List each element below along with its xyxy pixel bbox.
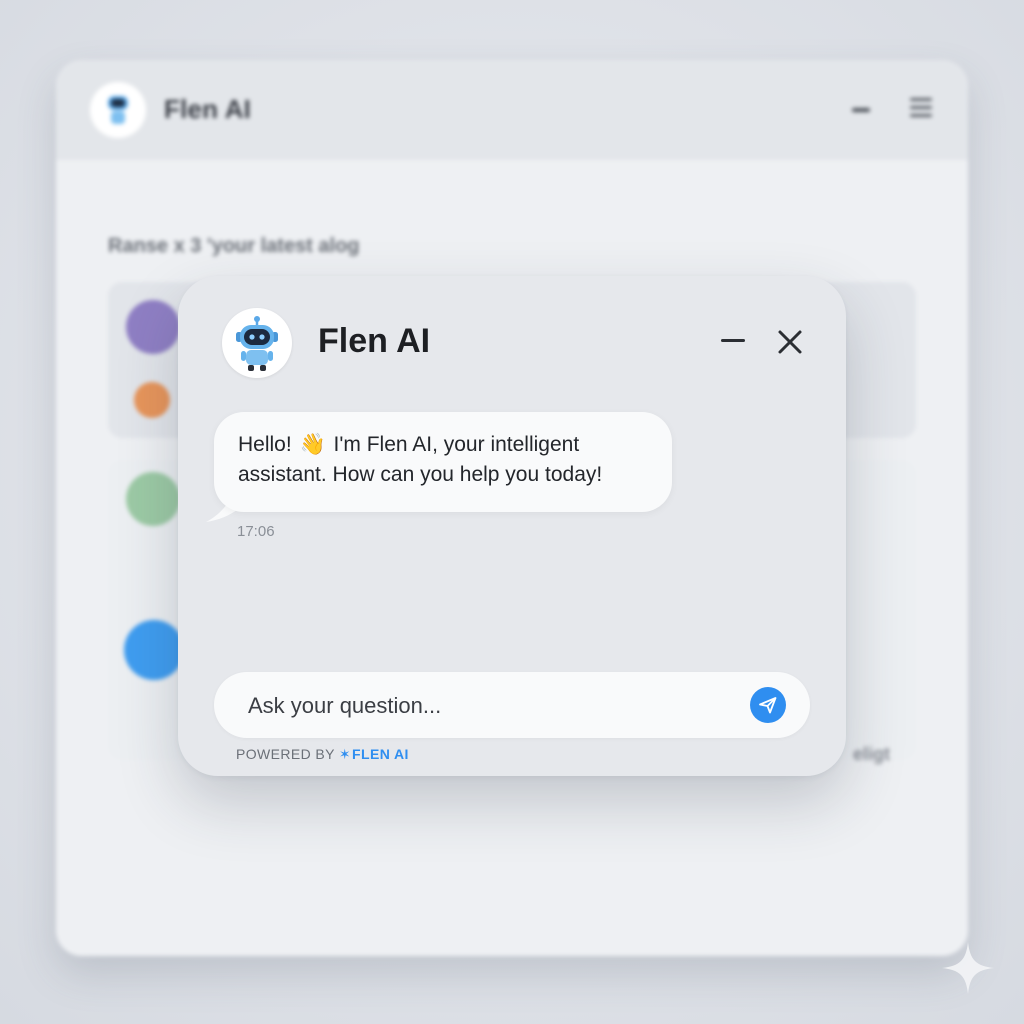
background-title: Flen AI — [164, 94, 252, 124]
waving-hand-emoji: 👋 — [299, 433, 326, 456]
background-subtitle: Ranse x 3 'your latest alog — [108, 235, 360, 257]
background-green-icon — [126, 472, 180, 526]
message-input-bar — [214, 672, 810, 738]
send-icon — [759, 697, 777, 714]
background-orange-icon — [134, 382, 170, 418]
send-button[interactable] — [750, 687, 786, 723]
minimize-button[interactable] — [714, 324, 752, 358]
menu-icon — [910, 98, 932, 118]
powered-by-brand[interactable]: FLEN AI — [352, 746, 409, 762]
background-avatar — [90, 82, 146, 138]
robot-avatar-icon — [236, 316, 278, 371]
background-faint-text: eligt — [852, 744, 890, 764]
minimize-icon — [721, 339, 745, 342]
powered-by-footer: POWERED BY ✶FLEN AI — [236, 746, 409, 763]
powered-by-label: POWERED BY — [236, 746, 335, 762]
background-minimize-icon — [852, 108, 870, 112]
background-blue-icon — [124, 620, 184, 680]
assistant-message-text: Hello! 👋 I'm Flen AI, your intelligent a… — [238, 430, 658, 490]
close-button[interactable] — [772, 324, 808, 360]
background-header: Flen AI — [56, 60, 968, 160]
chat-widget: Flen AI Hello! 👋 I'm Flen AI, your intel… — [178, 276, 846, 776]
message-timestamp: 17:06 — [237, 523, 275, 540]
background-robot-icon — [108, 96, 128, 124]
assistant-message-bubble: Hello! 👋 I'm Flen AI, your intelligent a… — [214, 412, 672, 512]
chat-title: Flen AI — [318, 322, 431, 360]
sparkle-decoration-icon — [942, 942, 994, 994]
background-purple-icon — [126, 300, 180, 354]
screen: Flen AI Ranse x 3 'your latest alog elig… — [0, 0, 1024, 1024]
chat-avatar — [222, 308, 292, 378]
spark-icon: ✶ — [338, 746, 352, 762]
close-icon — [778, 330, 802, 354]
question-input[interactable] — [246, 686, 730, 726]
